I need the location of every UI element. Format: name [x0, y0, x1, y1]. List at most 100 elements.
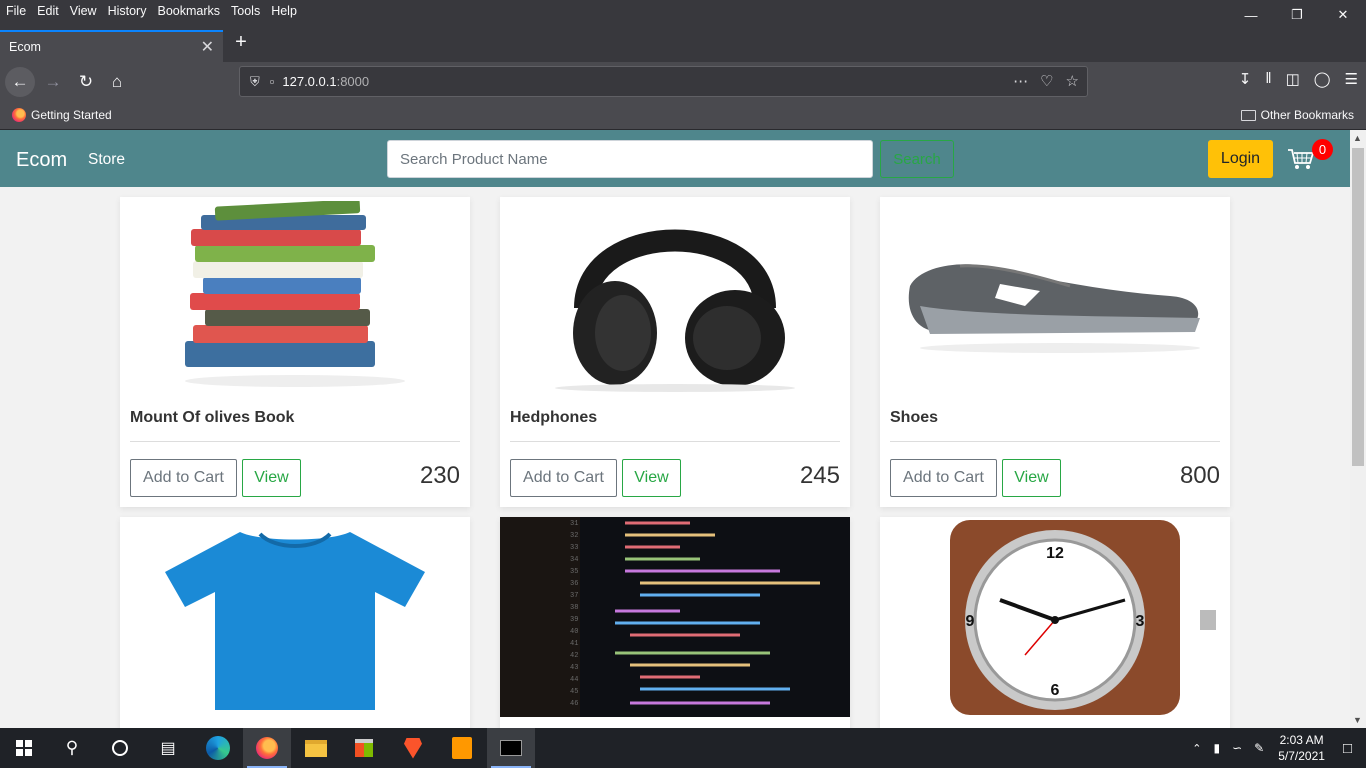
forward-button[interactable]: → [38, 67, 68, 97]
taskbar-clock[interactable]: 2:03 AM 5/7/2021 [1270, 732, 1333, 764]
tab-ecom[interactable]: Ecom ✕ [0, 30, 223, 62]
search-button[interactable]: Search [880, 140, 954, 178]
cart-icon[interactable] [1287, 147, 1315, 171]
bookmark-label: Getting Started [31, 108, 112, 122]
clock-date: 5/7/2021 [1278, 749, 1325, 763]
pen-icon[interactable]: ✎ [1248, 741, 1270, 755]
svg-text:44: 44 [570, 676, 578, 684]
tab-title: Ecom [9, 40, 41, 54]
product-image-tshirt [120, 517, 470, 717]
svg-text:38: 38 [570, 604, 578, 612]
scroll-down-arrow-icon[interactable]: ▼ [1353, 715, 1362, 725]
file-explorer-icon[interactable] [292, 728, 340, 768]
page-info-icon[interactable]: ▫ [270, 74, 275, 89]
product-image-headphones [500, 197, 850, 394]
product-image-watch: 12 3 6 9 [880, 517, 1230, 717]
windows-logo-icon [16, 740, 32, 756]
wifi-icon[interactable]: ∽ [1226, 741, 1248, 755]
back-button[interactable]: ← [5, 67, 35, 97]
product-image-code: 31 32 33 34 35 36 37 38 39 40 41 42 43 44 45 46 [500, 517, 850, 717]
add-to-cart-button[interactable]: Add to Cart [130, 459, 237, 497]
url-host: 127.0.0.1 [282, 74, 337, 89]
svg-text:33: 33 [570, 544, 578, 552]
account-icon[interactable]: ◯ [1314, 70, 1331, 88]
clock-time: 2:03 AM [1279, 733, 1324, 747]
start-button[interactable] [0, 728, 48, 768]
search-icon[interactable]: ⚲ [48, 728, 96, 768]
product-card: 12 3 6 9 [880, 517, 1230, 728]
page-viewport: Ecom Store Search Login 0 [0, 130, 1350, 728]
svg-text:6: 6 [1051, 682, 1060, 699]
folder-icon [1240, 109, 1256, 121]
tracking-shield-icon[interactable]: ⛨ [250, 74, 260, 90]
store-icon[interactable] [340, 728, 388, 768]
product-card: Hedphones Add to Cart View 245 [500, 197, 850, 507]
task-view-icon[interactable]: ▤ [144, 728, 192, 768]
scroll-up-arrow-icon[interactable]: ▲ [1353, 133, 1362, 143]
product-price: 800 [1179, 462, 1220, 489]
bookmark-getting-started[interactable]: Getting Started [12, 108, 112, 122]
product-title: Shoes [890, 409, 939, 426]
sidebar-icon[interactable]: ◫ [1286, 70, 1300, 88]
search-input[interactable] [387, 140, 873, 178]
browser-toolbar: ← → ↻ ⌂ ⛨ ▫ 127.0.0.1:8000 ⋯ ♡ ☆ ↧ ‖ ◫ ◯… [0, 62, 1366, 101]
card-divider [510, 441, 840, 442]
edge-icon[interactable] [194, 728, 242, 768]
url-bar[interactable]: ⛨ ▫ 127.0.0.1:8000 ⋯ ♡ ☆ [239, 66, 1088, 97]
url-port: :8000 [336, 74, 370, 89]
store-link[interactable]: Store [88, 151, 125, 169]
home-button[interactable]: ⌂ [102, 67, 132, 97]
add-to-cart-button[interactable]: Add to Cart [510, 459, 617, 497]
product-card: Mount Of olives Book Add to Cart View 23… [120, 197, 470, 507]
notifications-icon[interactable]: □ [1333, 740, 1366, 757]
battery-icon[interactable]: ▮ [1207, 741, 1226, 755]
firefox-taskbar-icon[interactable] [243, 728, 291, 768]
svg-text:41: 41 [570, 640, 578, 648]
new-tab-button[interactable]: + [231, 31, 251, 54]
svg-text:34: 34 [570, 556, 578, 564]
show-hidden-icons-icon[interactable]: ⌃ [1186, 742, 1207, 755]
view-button[interactable]: View [622, 459, 681, 497]
site-brand[interactable]: Ecom [16, 149, 67, 172]
page-actions-icon[interactable]: ⋯ [1013, 72, 1028, 90]
svg-text:40: 40 [570, 628, 578, 636]
menu-view[interactable]: View [65, 4, 102, 18]
pocket-icon[interactable]: ♡ [1040, 72, 1053, 90]
brave-icon[interactable] [389, 728, 437, 768]
menu-tools[interactable]: Tools [226, 4, 265, 18]
app-menu-icon[interactable]: ☰ [1345, 70, 1358, 88]
svg-text:35: 35 [570, 568, 578, 576]
reload-button[interactable]: ↻ [71, 67, 101, 97]
firefox-logo-icon [12, 108, 26, 122]
close-tab-icon[interactable]: ✕ [201, 37, 214, 57]
menu-history[interactable]: History [103, 4, 152, 18]
svg-text:46: 46 [570, 700, 578, 708]
add-to-cart-button[interactable]: Add to Cart [890, 459, 997, 497]
windows-taskbar: ⚲ ▤ ⌃ ▮ ∽ ✎ 2:03 AM 5/7/2021 □ [0, 728, 1366, 768]
menu-bookmarks[interactable]: Bookmarks [152, 4, 225, 18]
downloads-icon[interactable]: ↧ [1239, 70, 1252, 88]
cortana-icon[interactable] [96, 728, 144, 768]
scrollbar-thumb[interactable] [1352, 148, 1364, 466]
product-image-shoes [880, 197, 1230, 394]
site-navbar: Ecom Store Search Login 0 [0, 130, 1350, 187]
other-bookmarks[interactable]: Other Bookmarks [1240, 108, 1354, 122]
page-scrollbar[interactable]: ▲ ▼ [1350, 130, 1366, 728]
library-icon[interactable]: ‖ [1265, 70, 1271, 88]
bookmark-star-icon[interactable]: ☆ [1066, 72, 1079, 90]
tab-strip: Ecom ✕ + [0, 22, 1366, 62]
bookmarks-toolbar: Getting Started Other Bookmarks [0, 101, 1366, 130]
svg-text:12: 12 [1046, 545, 1064, 562]
terminal-icon[interactable] [487, 728, 535, 768]
sublime-text-icon[interactable] [438, 728, 486, 768]
svg-text:37: 37 [570, 592, 578, 600]
svg-text:31: 31 [570, 520, 578, 528]
menu-help[interactable]: Help [266, 4, 302, 18]
view-button[interactable]: View [242, 459, 301, 497]
menu-edit[interactable]: Edit [32, 4, 64, 18]
menu-file[interactable]: File [1, 4, 31, 18]
cart-count-badge: 0 [1312, 139, 1333, 160]
svg-text:9: 9 [966, 613, 975, 630]
view-button[interactable]: View [1002, 459, 1061, 497]
login-button[interactable]: Login [1208, 140, 1273, 178]
